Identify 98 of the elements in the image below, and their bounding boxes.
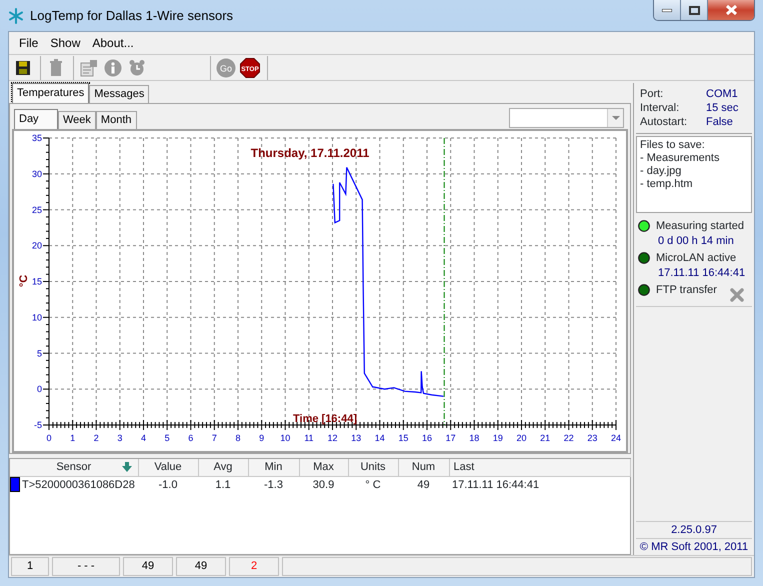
indicator-label: FTP transfer <box>656 283 717 297</box>
trash-can-icon <box>48 58 64 76</box>
table-cell: 30.9 <box>299 476 348 493</box>
x-tick-label: 11 <box>304 433 314 443</box>
alarm-clock-icon <box>128 58 146 76</box>
menu-item[interactable]: Show <box>46 32 84 54</box>
caret-icon <box>612 116 620 120</box>
setting-label: Autostart: <box>640 115 688 129</box>
maximize-button[interactable] <box>681 0 708 20</box>
x-tick-label: 13 <box>351 433 362 443</box>
cancel-icon[interactable] <box>730 288 744 302</box>
column-header[interactable]: Value <box>138 459 198 476</box>
y-tick-label: 15 <box>32 276 42 286</box>
x-tick-label: 17 <box>446 433 456 443</box>
x-tick-label: 4 <box>141 433 146 443</box>
y-tick-label: 20 <box>32 240 42 251</box>
column-header[interactable]: Max <box>299 459 348 476</box>
status-panel: 2 <box>229 557 279 576</box>
tab[interactable]: Month <box>96 111 136 129</box>
x-tick-label: 14 <box>374 433 385 443</box>
setting-value: 15 sec <box>706 101 740 115</box>
copyright-label: © MR Soft 2001, 2011 <box>636 538 752 555</box>
table-cell: -1.0 <box>138 476 198 493</box>
dropdown[interactable] <box>509 108 624 128</box>
files-heading: Files to save: <box>640 139 706 152</box>
table-cell: -1.3 <box>248 476 299 493</box>
status-panel: 1 <box>11 557 49 576</box>
indicator-detail: 17.11.11 16:44:41 <box>658 266 746 281</box>
maximize-icon <box>688 6 700 14</box>
indicator-detail: 0 d 00 h 14 min <box>658 234 734 249</box>
x-tick-label: 24 <box>611 433 621 443</box>
column-header[interactable]: Num <box>398 459 449 476</box>
x-axis-label: Time [16:44] <box>293 413 357 425</box>
status-panel: 49 <box>123 557 173 576</box>
file-item: - Measurements <box>640 152 720 165</box>
y-axis-label: °C <box>18 274 30 288</box>
close-icon <box>724 4 738 16</box>
tab[interactable]: Temperatures <box>12 83 90 103</box>
status-panel: 49 <box>176 557 226 576</box>
x-tick-label: 18 <box>469 433 480 443</box>
file-item: - day.jpg <box>640 165 682 178</box>
tab[interactable]: Day <box>14 109 58 129</box>
minimize-icon <box>662 8 672 12</box>
y-tick-label: 5 <box>36 348 42 358</box>
snowflake-icon <box>8 8 24 24</box>
x-tick-label: 7 <box>212 433 217 443</box>
table-cell: 17.11.11 16:44:41 <box>449 476 630 493</box>
setting-value: COM1 <box>706 87 739 101</box>
x-tick-label: 16 <box>422 433 432 443</box>
x-tick-label: 0 <box>46 433 52 443</box>
x-tick-label: 23 <box>587 433 598 443</box>
x-tick-label: 5 <box>164 433 170 443</box>
x-tick-label: 10 <box>280 433 290 443</box>
x-tick-label: 1 <box>70 433 76 443</box>
setting-label: Interval: <box>640 101 680 115</box>
close-button[interactable] <box>708 0 754 20</box>
y-tick-label: -5 <box>34 420 42 430</box>
column-header[interactable]: Units <box>348 459 398 476</box>
status-panel: - - - <box>52 557 120 576</box>
menu-item[interactable]: About... <box>88 32 138 54</box>
table-cell: T>5200000361086D28 <box>22 478 135 490</box>
x-tick-label: 22 <box>564 433 574 443</box>
x-tick-label: 12 <box>328 433 338 443</box>
table-cell: 1.1 <box>198 476 248 493</box>
chart-title: Thursday, 17.11.2011 <box>250 146 370 160</box>
table-cell: 49 <box>398 476 449 493</box>
setting-label: Port: <box>640 87 664 101</box>
document-icon <box>80 58 98 76</box>
y-tick-label: 10 <box>32 312 42 322</box>
y-tick-label: 35 <box>32 133 42 143</box>
indicator-label: Measuring started <box>656 219 744 233</box>
y-tick-label: 25 <box>32 204 42 215</box>
x-tick-label: 3 <box>117 433 122 443</box>
x-tick-label: 19 <box>492 433 503 443</box>
minimize-button[interactable] <box>654 0 681 20</box>
indicator-label: MicroLAN active <box>656 251 736 265</box>
setting-value: False <box>706 115 734 129</box>
file-item: - temp.htm <box>640 178 694 191</box>
menu-item[interactable]: File <box>15 32 42 54</box>
column-header[interactable]: Min <box>248 459 299 476</box>
table-cell: ° C <box>348 476 398 493</box>
x-tick-label: 6 <box>188 433 194 443</box>
x-tick-label: 8 <box>236 433 240 443</box>
x-tick-label: 9 <box>259 433 264 443</box>
x-tick-label: 20 <box>516 433 526 443</box>
column-header[interactable]: Last <box>449 459 630 476</box>
tab[interactable]: Week <box>58 111 96 129</box>
y-tick-label: 0 <box>36 384 42 394</box>
window-title: LogTemp for Dallas 1-Wire sensors <box>30 6 234 25</box>
x-tick-label: 2 <box>94 433 99 443</box>
column-header[interactable]: Avg <box>198 459 248 476</box>
info-icon <box>104 58 122 76</box>
column-header[interactable]: Sensor <box>10 459 138 476</box>
x-tick-label: 21 <box>540 433 550 443</box>
version-label: 2.25.0.97 <box>636 521 752 538</box>
tab[interactable]: Messages <box>89 85 150 103</box>
x-tick-label: 15 <box>398 433 408 443</box>
y-tick-label: 30 <box>32 168 42 179</box>
